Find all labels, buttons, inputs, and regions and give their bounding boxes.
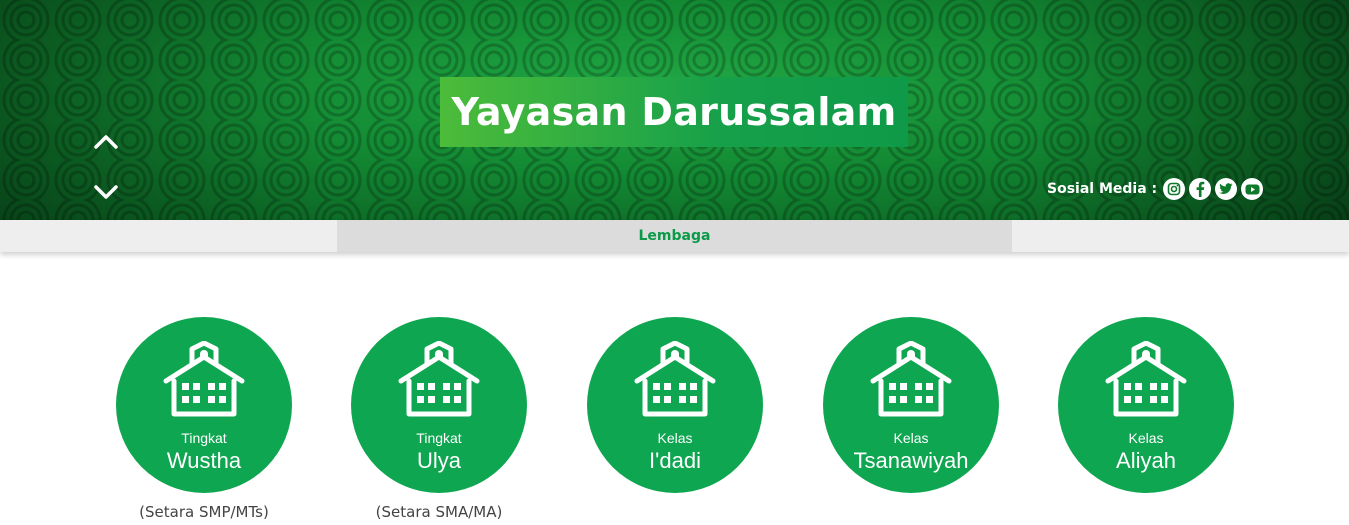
school-icon (163, 341, 245, 417)
school-icon (634, 341, 716, 417)
institution-link-aliyah[interactable]: Kelas Aliyah (1058, 317, 1234, 493)
institution-link-idadi[interactable]: Kelas I'dadi (587, 317, 763, 493)
institution-level-label: Tingkat (181, 430, 227, 446)
institution-level-label: Kelas (893, 430, 929, 446)
institution-card-aliyah: Kelas Aliyah (1058, 317, 1234, 525)
hero-banner: Yayasan Darussalam Sosial Media : (0, 0, 1349, 220)
twitter-icon[interactable] (1215, 178, 1238, 200)
institution-card-idadi: Kelas I'dadi (587, 317, 763, 525)
institution-card-tsanawiyah: Kelas Tsanawiyah (823, 317, 999, 525)
institution-level-label: Kelas (1128, 430, 1164, 446)
instagram-icon[interactable] (1163, 178, 1186, 200)
institution-name: Aliyah (1116, 448, 1176, 473)
chevron-up-icon[interactable] (94, 130, 118, 154)
institution-link-wustha[interactable]: Tingkat Wustha (116, 317, 292, 493)
institution-card-wustha: Tingkat Wustha (Setara SMP/MTs) (116, 317, 292, 525)
social-media-label: Sosial Media : (1047, 181, 1158, 197)
youtube-icon[interactable] (1241, 178, 1264, 200)
institution-level-label: Kelas (657, 430, 693, 446)
social-media-bar: Sosial Media : (1047, 176, 1267, 202)
institution-name: Wustha (166, 448, 242, 473)
tab-lembaga-label: Lembaga (638, 228, 711, 244)
institution-level-label: Tingkat (416, 430, 462, 446)
institution-link-tsanawiyah[interactable]: Kelas Tsanawiyah (823, 317, 999, 493)
institution-link-ulya[interactable]: Tingkat Ulya (351, 317, 527, 493)
school-icon (398, 341, 480, 417)
institution-caption: (Setara SMP/MTs) (139, 503, 269, 521)
tab-lembaga[interactable]: Lembaga (337, 220, 1012, 252)
facebook-icon[interactable] (1189, 178, 1212, 200)
institution-card-ulya: Tingkat Ulya (Setara SMA/MA) (351, 317, 527, 525)
school-icon (1105, 341, 1187, 417)
chevron-down-icon[interactable] (94, 180, 118, 204)
site-title: Yayasan Darussalam (451, 90, 897, 134)
institution-name: Tsanawiyah (853, 448, 969, 473)
institution-name: Ulya (416, 448, 461, 473)
institution-name: I'dadi (649, 448, 701, 473)
nav-bar: Lembaga (0, 220, 1349, 252)
institution-caption: (Setara SMA/MA) (375, 503, 503, 521)
school-icon (870, 341, 952, 417)
site-title-box: Yayasan Darussalam (440, 77, 908, 147)
